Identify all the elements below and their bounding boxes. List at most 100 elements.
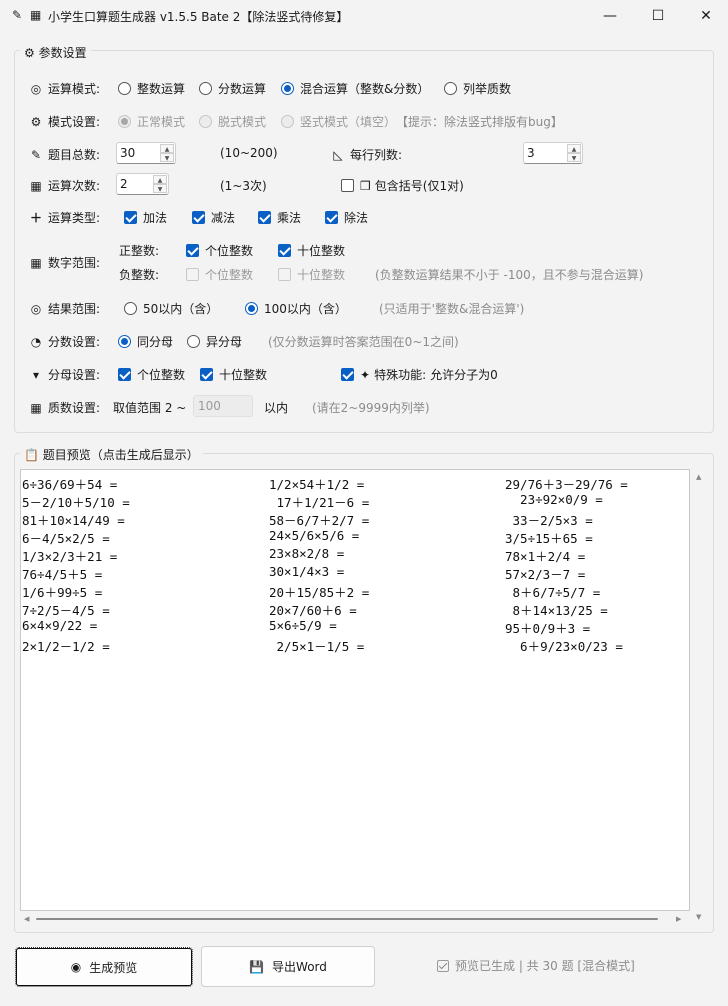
problem-item: 3/5÷15＋65 = [505, 531, 593, 546]
problem-item: 57×2/3－7 = [505, 567, 586, 582]
prime-range-input[interactable]: 100 [193, 395, 253, 417]
settings-icon: ⚙ [30, 115, 42, 129]
op-add-checkbox[interactable]: 加法 [124, 209, 167, 226]
positive-label: 正整数: [119, 244, 160, 258]
fraction-hint: (仅分数运算时答案范围在0~1之间) [268, 335, 459, 349]
problem-item: 8＋14×13/25 = [505, 603, 608, 618]
spin-up-icon[interactable]: ▲ [153, 175, 167, 184]
problem-item: 2/5×1－1/5 = [269, 639, 365, 654]
denom-tens-checkbox[interactable]: 十位整数 [200, 366, 267, 383]
close-button[interactable]: ✕ [686, 4, 726, 28]
scroll-left-icon[interactable]: ◀ [24, 915, 29, 923]
scroll-down-icon[interactable]: ▼ [696, 913, 701, 921]
op-div-checkbox[interactable]: 除法 [325, 209, 368, 226]
problem-item: 58－6/7＋2/7 = [269, 513, 370, 528]
grid-icon: ▦ [30, 179, 42, 193]
horizontal-scrollbar[interactable]: ◀ ▶ [20, 911, 690, 927]
pos-ones-checkbox[interactable]: 个位整数 [186, 242, 253, 259]
op-sub-checkbox[interactable]: 减法 [192, 209, 235, 226]
problem-item: 24×5/6×5/6 = [269, 528, 360, 543]
cols-label: ◺ 每行列数: [330, 146, 402, 163]
title-bar: ✎ ▦ 小学生口算题生成器 v1.5.5 Bate 2【除法竖式待修复】 — ☐… [0, 0, 728, 32]
eye-icon: ◉ [70, 960, 82, 974]
ruler-icon: ◺ [333, 148, 343, 162]
prime-label: ▦ 质数设置: [28, 399, 100, 416]
minimize-button[interactable]: — [590, 4, 630, 28]
problem-item: 1/2×54＋1/2 = [269, 477, 365, 492]
ops-count-spinbox[interactable]: 2 ▲ ▼ [116, 173, 169, 195]
problem-item: 8＋6/7÷5/7 = [505, 585, 601, 600]
problem-item: 6÷36/69＋54 = [22, 477, 118, 492]
generate-preview-button[interactable]: ◉ 生成预览 [15, 947, 193, 987]
problem-item: 6＋9/23×0/23 = [505, 639, 623, 654]
grid-icon: ▦ [30, 401, 42, 415]
total-spinbox[interactable]: 30 ▲ ▼ [116, 142, 176, 164]
denominator-label: ▾ 分母设置: [28, 366, 100, 383]
box-icon: ❒ [360, 178, 371, 193]
style-radio-expand[interactable]: 脱式模式 [199, 113, 266, 130]
save-icon: 💾 [249, 959, 265, 974]
problem-item: 6－4/5×2/5 = [22, 531, 110, 546]
plus-icon: ＋ [29, 211, 42, 225]
fraction-radio-same[interactable]: 同分母 [118, 333, 173, 350]
status-text: 预览已生成 | 共 30 题 [混合模式] [437, 957, 635, 974]
style-radio-normal[interactable]: 正常模式 [118, 113, 185, 130]
scroll-up-icon[interactable]: ▲ [696, 473, 701, 481]
spin-up-icon[interactable]: ▲ [567, 144, 581, 153]
problem-item: 1/6＋99÷5 = [22, 585, 103, 600]
neg-tens-checkbox[interactable]: 十位整数 [278, 266, 345, 283]
edit-icon: ✎ [30, 148, 42, 162]
result-radio-100[interactable]: 100以内（含） [245, 300, 347, 317]
window-title: 小学生口算题生成器 v1.5.5 Bate 2【除法竖式待修复】 [48, 10, 349, 24]
mode-radio-mixed[interactable]: 混合运算（整数&分数） [281, 80, 429, 97]
sparkle-icon: ✦ [360, 367, 371, 382]
scroll-right-icon[interactable]: ▶ [676, 915, 681, 923]
spin-down-icon[interactable]: ▼ [160, 153, 174, 162]
problem-item: 30×1/4×3 = [269, 564, 345, 579]
style-radio-vertical[interactable]: 竖式模式（填空） [281, 113, 396, 130]
result-radio-50[interactable]: 50以内（含） [124, 300, 218, 317]
cols-spinbox[interactable]: 3 ▲ ▼ [523, 142, 583, 164]
brackets-checkbox[interactable]: ❒ 包含括号(仅1对) [341, 177, 464, 194]
mode-radio-fraction[interactable]: 分数运算 [199, 80, 266, 97]
problem-item: 23×8×2/8 = [269, 546, 345, 561]
target-icon: ◎ [30, 82, 42, 96]
problem-item: 6×4×9/22 = [22, 618, 98, 633]
problem-item: 23÷92×0/9 = [505, 492, 603, 507]
fraction-radio-diff[interactable]: 异分母 [187, 333, 242, 350]
maximize-button[interactable]: ☐ [638, 4, 678, 28]
preview-text-area[interactable]: 6÷36/69＋54 = 1/2×54＋1/2 = 29/76＋3－29/76 = 5… [20, 469, 690, 911]
spin-down-icon[interactable]: ▼ [567, 153, 581, 162]
ops-count-range: (1~3次) [220, 179, 267, 193]
grid-icon: ▦ [30, 256, 42, 270]
pie-icon: ◔ [30, 335, 42, 349]
target-icon: ◎ [30, 302, 42, 316]
problem-item: 20＋15/85＋2 = [269, 585, 370, 600]
scroll-thumb[interactable] [36, 918, 658, 920]
calculator-icon: ▦ [30, 8, 42, 22]
mode-radio-integer[interactable]: 整数运算 [118, 80, 185, 97]
number-range-label: ▦ 数字范围: [28, 254, 100, 271]
prime-hint: (请在2~9999内列举) [312, 401, 430, 415]
total-range: (10~200) [220, 146, 278, 160]
spin-up-icon[interactable]: ▲ [160, 144, 174, 153]
op-mul-checkbox[interactable]: 乘法 [258, 209, 301, 226]
pos-tens-checkbox[interactable]: 十位整数 [278, 242, 345, 259]
vertical-scrollbar[interactable]: ▲ ▼ [690, 469, 708, 927]
preview-group-title: 📋 题目预览（点击生成后显示） [20, 446, 203, 463]
neg-ones-checkbox[interactable]: 个位整数 [186, 266, 253, 283]
mode-radio-primes[interactable]: 列举质数 [444, 80, 511, 97]
spin-down-icon[interactable]: ▼ [153, 184, 167, 193]
denom-ones-checkbox[interactable]: 个位整数 [118, 366, 185, 383]
gear-icon: ⚙ [24, 46, 35, 60]
prime-prefix: 取值范围 2 ~ [113, 401, 187, 415]
mode-label: ◎ 运算模式: [28, 80, 100, 97]
prime-suffix: 以内 [264, 401, 289, 415]
problem-item: 33－2/5×3 = [505, 513, 593, 528]
problem-item: 17＋1/21－6 = [269, 495, 370, 510]
problem-item: 7÷2/5－4/5 = [22, 603, 110, 618]
problem-item: 20×7/60＋6 = [269, 603, 357, 618]
problem-item: 29/76＋3－29/76 = [505, 477, 628, 492]
special-checkbox[interactable]: ✦ 特殊功能: 允许分子为0 [341, 366, 498, 383]
export-word-button[interactable]: 💾 导出Word [201, 946, 375, 987]
